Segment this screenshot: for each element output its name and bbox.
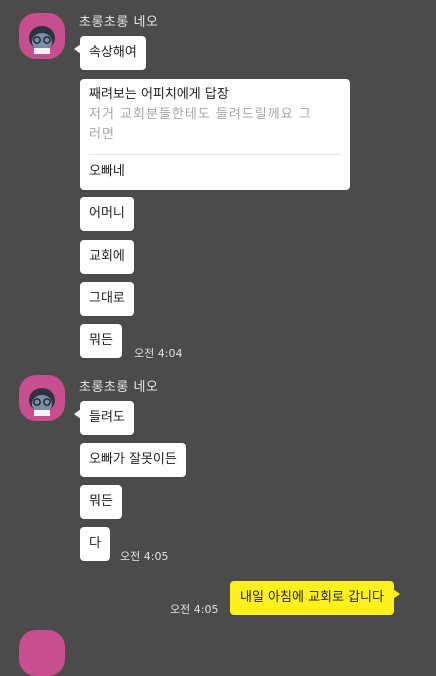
my-message-bubble[interactable]: 내일 아침에 교회로 갑니다 (230, 581, 400, 615)
message-bubble[interactable]: 뭐든 (80, 485, 122, 519)
message-bubble[interactable]: 속상해여 (74, 36, 146, 70)
message-timestamp: 오전 4:05 (120, 550, 169, 563)
message-bubble[interactable]: 뭐든 (80, 324, 122, 358)
message-bubble[interactable]: 교회에 (80, 240, 134, 274)
sender-name: 초롱초롱 네오 (79, 380, 159, 395)
reply-text: 오빠네 (89, 164, 125, 179)
reply-quote-line2: 러면 (89, 127, 115, 142)
avatar[interactable] (19, 13, 65, 59)
neo-avatar-icon (29, 388, 55, 416)
message-timestamp: 오전 4:04 (134, 347, 183, 360)
message-bubble[interactable]: 들려도 (74, 401, 134, 435)
avatar[interactable] (19, 630, 65, 676)
reply-divider (89, 154, 341, 155)
sender-name: 초롱초롱 네오 (79, 15, 159, 30)
reply-title: 째려보는 어피치에게 답장 (89, 87, 229, 102)
message-bubble[interactable]: 그대로 (80, 282, 134, 316)
reply-message-card[interactable]: 째려보는 어피치에게 답장 저거 교회분들한테도 들려드릴께요 그 러면 오빠네 (80, 79, 350, 190)
message-bubble[interactable]: 오빠가 잘못이든 (80, 443, 186, 477)
message-bubble[interactable]: 다 (80, 527, 110, 561)
neo-avatar-icon (29, 26, 55, 54)
avatar[interactable] (19, 375, 65, 421)
my-message-timestamp: 오전 4:05 (170, 603, 219, 616)
message-bubble[interactable]: 어머니 (80, 197, 134, 231)
reply-quote-line1: 저거 교회분들한테도 들려드릴께요 그 (89, 107, 312, 122)
